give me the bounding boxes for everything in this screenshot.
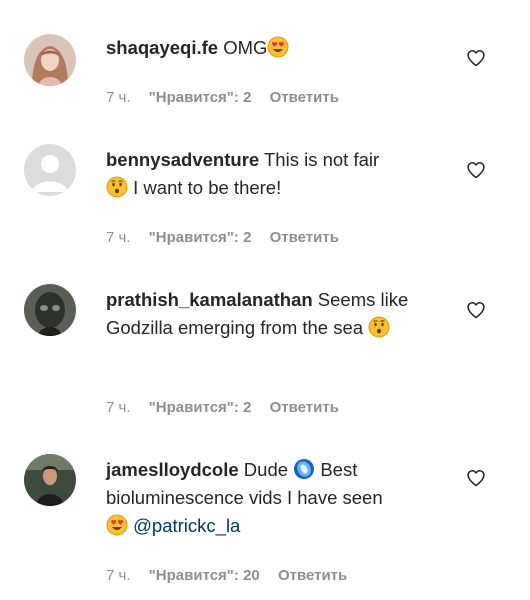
comment-username[interactable]: prathish_kamalanathan — [106, 289, 313, 310]
comment-text: jameslloydcole Dude Best bioluminescence… — [106, 456, 436, 540]
reply-button[interactable]: Ответить — [270, 229, 339, 246]
comment-username[interactable]: jameslloydcole — [106, 459, 239, 480]
reply-button[interactable]: Ответить — [278, 567, 347, 584]
avatar[interactable] — [24, 454, 76, 506]
comment-text: shaqayeqi.fe OMG — [106, 34, 436, 62]
comment-meta: 7 ч. "Нравится": 2 Ответить — [106, 229, 353, 246]
avatar[interactable] — [24, 34, 76, 86]
comment-body-continued: I want to be there! — [133, 177, 282, 198]
comment-meta: 7 ч. "Нравится": 2 Ответить — [106, 399, 353, 416]
comment-likes[interactable]: "Нравится": 20 — [149, 567, 260, 584]
mention-link[interactable]: @patrickc_la — [133, 515, 240, 536]
hushed-face-emoji-icon — [368, 316, 390, 338]
heart-outline-icon — [467, 302, 485, 319]
comments-list: shaqayeqi.fe OMG 7 ч. "Нравится": 2 Отве… — [0, 0, 530, 600]
heart-outline-icon — [467, 470, 485, 487]
comment-meta: 7 ч. "Нравится": 20 Ответить — [106, 567, 361, 584]
comment-body: This is not fair — [264, 149, 380, 170]
comment-username[interactable]: bennysadventure — [106, 149, 259, 170]
comment-time[interactable]: 7 ч. — [106, 229, 131, 246]
comment-meta: 7 ч. "Нравится": 2 Ответить — [106, 89, 353, 106]
comment-time[interactable]: 7 ч. — [106, 567, 131, 584]
reply-button[interactable]: Ответить — [270, 399, 339, 416]
comment-username[interactable]: shaqayeqi.fe — [106, 37, 218, 58]
comment-body: OMG — [223, 37, 268, 58]
comment-body: Dude — [243, 459, 289, 480]
comment-text: bennysadventure This is not fair I want … — [106, 146, 436, 202]
like-button[interactable] — [466, 468, 486, 488]
avatar[interactable] — [24, 144, 76, 196]
heart-eyes-emoji-icon — [267, 36, 289, 58]
avatar[interactable] — [24, 284, 76, 336]
heart-eyes-emoji-icon — [106, 514, 128, 536]
reply-button[interactable]: Ответить — [270, 89, 339, 106]
blue-circle-emoji-icon — [293, 458, 315, 480]
like-button[interactable] — [466, 160, 486, 180]
like-button[interactable] — [466, 48, 486, 68]
heart-outline-icon — [467, 50, 485, 67]
comment-time[interactable]: 7 ч. — [106, 89, 131, 106]
comment-text: prathish_kamalanathan Seems like Godzill… — [106, 286, 436, 342]
comment-likes[interactable]: "Нравится": 2 — [149, 229, 252, 246]
comment-time[interactable]: 7 ч. — [106, 399, 131, 416]
hushed-face-emoji-icon — [106, 176, 128, 198]
comment-likes[interactable]: "Нравится": 2 — [149, 89, 252, 106]
heart-outline-icon — [467, 162, 485, 179]
comment-likes[interactable]: "Нравится": 2 — [149, 399, 252, 416]
like-button[interactable] — [466, 300, 486, 320]
